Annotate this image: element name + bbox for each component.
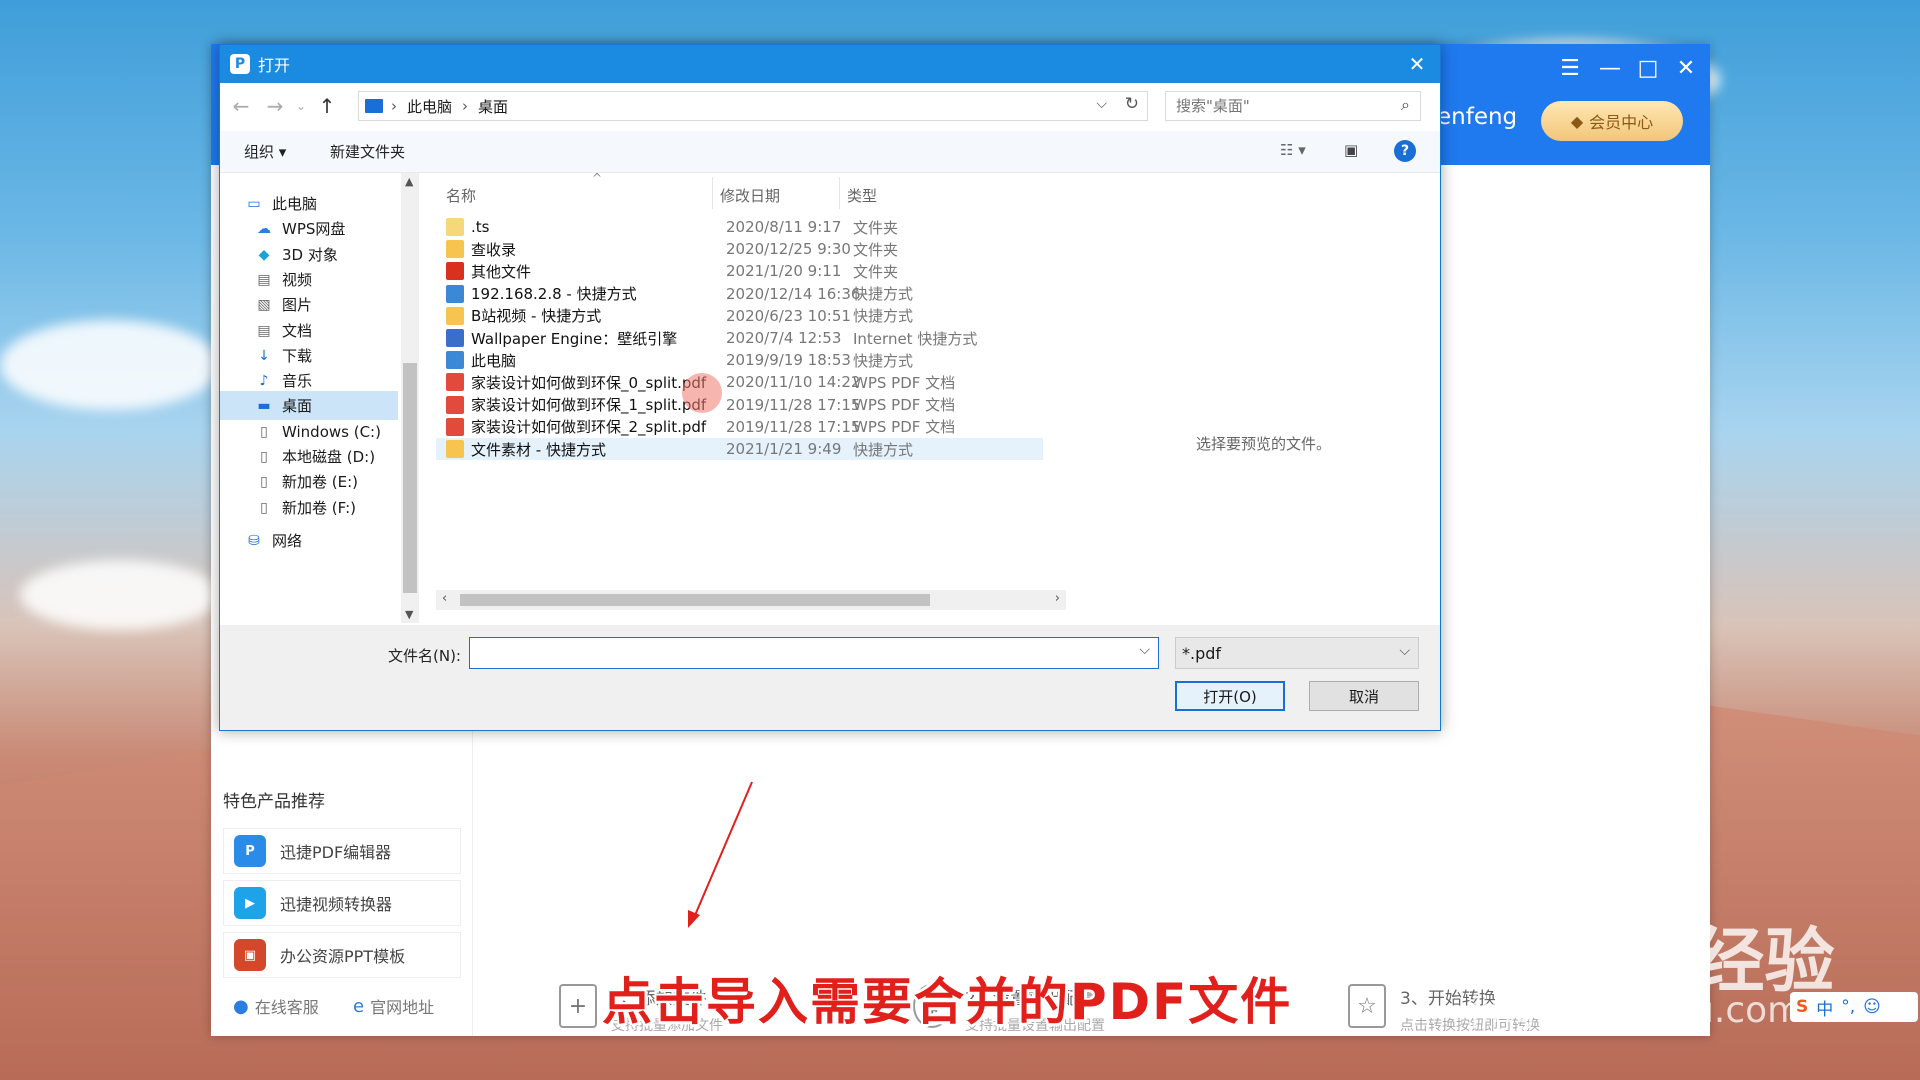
sogou-icon: S [1796,997,1809,1017]
ime-mode: 中 [1816,999,1834,1020]
ime-toolbar[interactable]: S 中 °, ☺ [1790,992,1918,1022]
punctuation-icon: °, [1841,997,1856,1017]
emoji-icon: ☺ [1863,997,1881,1017]
baidu-watermark-url: jingyan.baidu.com [1470,990,1803,1031]
caption-overlay: 点击导入需要合并的PDF文件 [602,973,1293,1031]
